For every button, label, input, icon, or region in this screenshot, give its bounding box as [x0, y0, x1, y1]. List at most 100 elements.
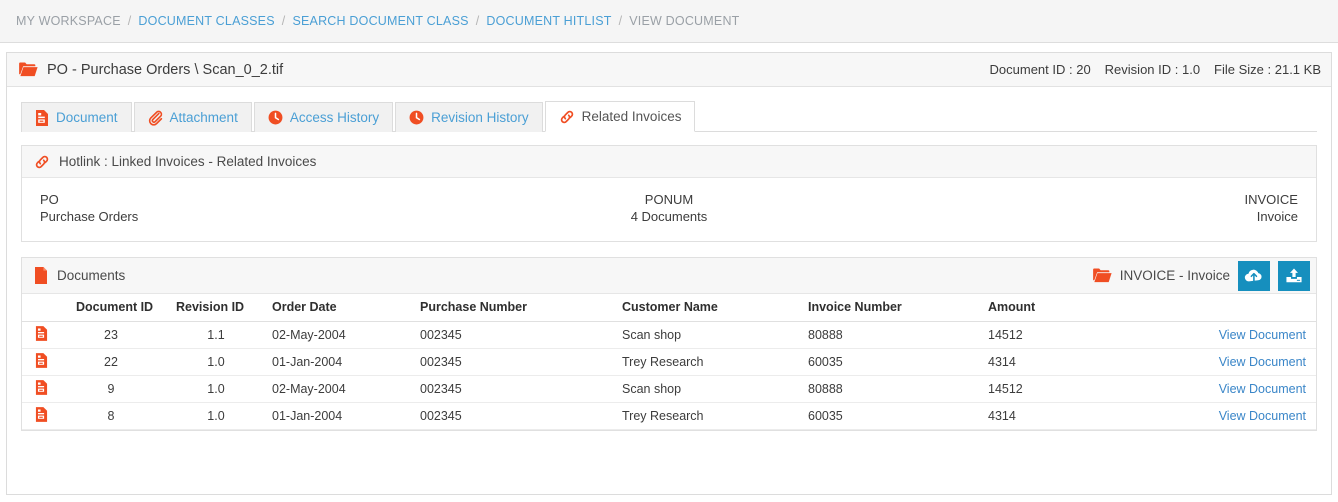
breadcrumb-item-search-document-class[interactable]: SEARCH DOCUMENT CLASS — [292, 14, 468, 28]
breadcrumb-item-my-workspace[interactable]: MY WORKSPACE — [16, 14, 121, 28]
column-header-customer-name: Customer Name — [618, 294, 804, 322]
cell-invoice-number: 80888 — [804, 321, 984, 349]
tab-attachment[interactable]: Attachment — [133, 102, 252, 132]
cell-revision-id: 1.0 — [164, 402, 268, 430]
cell-order-date: 01-Jan-2004 — [268, 348, 416, 376]
hotlink-info-row: PO Purchase Orders PONUM 4 Documents INV… — [22, 178, 1316, 241]
view-document-link[interactable]: View Document — [1219, 409, 1306, 423]
tab-bar: Document Attachment Access History Revis… — [21, 101, 1317, 132]
folder-open-icon — [1092, 268, 1112, 283]
document-header: PO - Purchase Orders \ Scan_0_2.tif Docu… — [7, 53, 1331, 87]
hotlink-panel-header: Hotlink : Linked Invoices - Related Invo… — [22, 146, 1316, 178]
paperclip-icon — [148, 110, 163, 126]
cell-customer-name: Scan shop — [618, 375, 804, 403]
cell-order-date: 02-May-2004 — [268, 375, 416, 403]
target-class-label: INVOICE - Invoice — [1119, 268, 1230, 283]
cell-action: View Document — [1194, 402, 1316, 430]
document-icon[interactable] — [35, 353, 48, 368]
breadcrumb-item-document-hitlist[interactable]: DOCUMENT HITLIST — [486, 14, 611, 28]
folder-open-icon — [19, 62, 38, 77]
column-header-icon — [22, 294, 58, 322]
documents-panel: Documents INVOICE - Invoice Document ID … — [21, 257, 1317, 431]
cell-document-id: 8 — [58, 402, 164, 430]
tab-label: Document — [56, 110, 118, 125]
column-header-document-id: Document ID — [58, 294, 164, 322]
breadcrumb-separator: / — [127, 14, 132, 28]
link-icon — [34, 154, 50, 170]
cell-amount: 4314 — [984, 402, 1194, 430]
column-header-action — [1194, 294, 1316, 322]
cell-invoice-number: 60035 — [804, 348, 984, 376]
cloud-upload-button[interactable] — [1238, 260, 1270, 291]
clock-icon — [268, 110, 283, 125]
revision-id-value: Revision ID : 1.0 — [1104, 62, 1201, 77]
upload-tray-icon — [1285, 267, 1303, 284]
cell-amount: 14512 — [984, 321, 1194, 349]
cell-invoice-number: 80888 — [804, 375, 984, 403]
breadcrumb: MY WORKSPACE / DOCUMENT CLASSES / SEARCH… — [0, 0, 1338, 43]
cell-revision-id: 1.1 — [164, 321, 268, 349]
hotlink-column-value: Invoice — [1256, 209, 1298, 224]
file-size-value: File Size : 21.1 KB — [1214, 62, 1321, 77]
cell-purchase-number: 002345 — [416, 375, 618, 403]
tabs-area: Document Attachment Access History Revis… — [7, 87, 1331, 132]
breadcrumb-separator: / — [475, 14, 480, 28]
column-header-invoice-number: Invoice Number — [804, 294, 984, 322]
documents-panel-header: Documents INVOICE - Invoice — [22, 258, 1316, 294]
hotlink-panel: Hotlink : Linked Invoices - Related Invo… — [21, 145, 1317, 242]
target-class-label-wrap: INVOICE - Invoice — [1092, 268, 1230, 283]
related-documents-table: Document ID Revision ID Order Date Purch… — [22, 294, 1316, 430]
cell-customer-name: Trey Research — [618, 348, 804, 376]
breadcrumb-separator: / — [618, 14, 623, 28]
column-header-revision-id: Revision ID — [164, 294, 268, 322]
table-row[interactable]: 23 1.1 02-May-2004 002345 Scan shop 8088… — [22, 321, 1316, 349]
view-document-link[interactable]: View Document — [1219, 328, 1306, 342]
cell-action: View Document — [1194, 321, 1316, 349]
cell-document-id: 23 — [58, 321, 164, 349]
breadcrumb-separator: / — [281, 14, 286, 28]
table-header: Document ID Revision ID Order Date Purch… — [22, 294, 1316, 322]
breadcrumb-item-document-classes[interactable]: DOCUMENT CLASSES — [138, 14, 274, 28]
hotlink-column-po: PO Purchase Orders — [40, 191, 459, 225]
table-row[interactable]: 22 1.0 01-Jan-2004 002345 Trey Research … — [22, 348, 1316, 376]
document-icon[interactable] — [35, 380, 48, 395]
breadcrumb-item-view-document: VIEW DOCUMENT — [629, 14, 740, 28]
hotlink-column-key: PO — [40, 192, 59, 207]
cell-purchase-number: 002345 — [416, 321, 618, 349]
cell-customer-name: Trey Research — [618, 402, 804, 430]
tab-document[interactable]: Document — [21, 102, 132, 132]
hotlink-column-key: INVOICE — [1244, 192, 1298, 207]
cell-amount: 4314 — [984, 348, 1194, 376]
document-icon — [35, 109, 49, 126]
document-metadata: Document ID : 20 Revision ID : 1.0 File … — [990, 62, 1321, 77]
tab-label: Revision History — [431, 110, 529, 125]
cloud-upload-icon — [1244, 268, 1264, 284]
cell-document-id: 22 — [58, 348, 164, 376]
view-document-link[interactable]: View Document — [1219, 355, 1306, 369]
row-document-icon-cell[interactable] — [22, 321, 58, 349]
table-row[interactable]: 8 1.0 01-Jan-2004 002345 Trey Research 6… — [22, 402, 1316, 430]
document-icon[interactable] — [35, 407, 48, 422]
cell-amount: 14512 — [984, 375, 1194, 403]
tab-access-history[interactable]: Access History — [253, 102, 394, 132]
cell-order-date: 01-Jan-2004 — [268, 402, 416, 430]
table-row[interactable]: 9 1.0 02-May-2004 002345 Scan shop 80888… — [22, 375, 1316, 403]
view-document-card: PO - Purchase Orders \ Scan_0_2.tif Docu… — [6, 52, 1332, 495]
tab-label: Related Invoices — [581, 109, 682, 124]
tab-label: Attachment — [169, 110, 238, 125]
row-document-icon-cell[interactable] — [22, 375, 58, 403]
row-document-icon-cell[interactable] — [22, 348, 58, 376]
cell-purchase-number: 002345 — [416, 402, 618, 430]
cell-invoice-number: 60035 — [804, 402, 984, 430]
hotlink-title: Hotlink : Linked Invoices - Related Invo… — [59, 154, 317, 169]
column-header-order-date: Order Date — [268, 294, 416, 322]
view-document-link[interactable]: View Document — [1219, 382, 1306, 396]
hotlink-column-key: PONUM — [644, 192, 694, 207]
cell-action: View Document — [1194, 375, 1316, 403]
document-icon[interactable] — [35, 326, 48, 341]
upload-button[interactable] — [1278, 260, 1310, 291]
tab-revision-history[interactable]: Revision History — [395, 102, 543, 132]
clock-icon — [409, 110, 424, 125]
row-document-icon-cell[interactable] — [22, 402, 58, 430]
tab-related-invoices[interactable]: Related Invoices — [544, 101, 696, 132]
